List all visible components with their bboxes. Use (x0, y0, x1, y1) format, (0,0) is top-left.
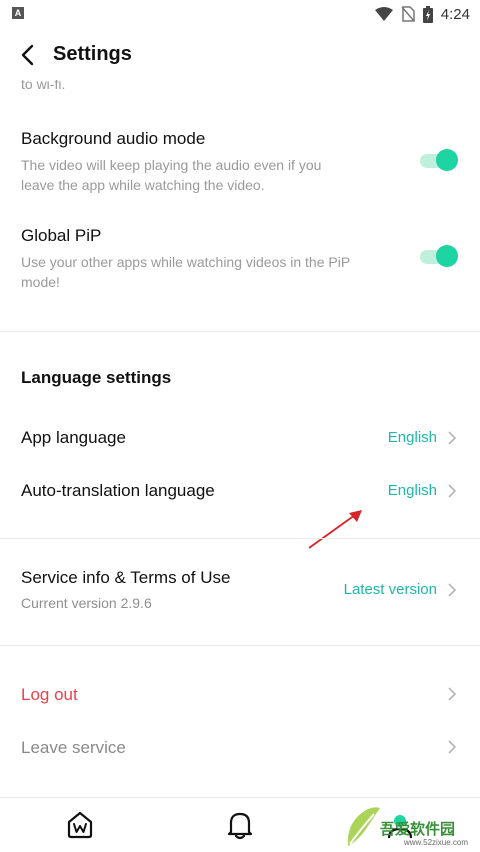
notification-icon: A (12, 7, 24, 19)
toggle-knob (436, 149, 458, 171)
chevron-right-icon (448, 687, 457, 701)
toggle-knob (436, 245, 458, 267)
global-pip-desc-line-1: Use your other apps while watching video… (21, 254, 351, 270)
watermark-text: 吾爱软件园 (380, 821, 456, 838)
background-audio-desc-line-2: leave the app while watching the video. (21, 177, 265, 193)
back-arrow-icon (21, 44, 34, 66)
watermark-logo-icon (347, 807, 380, 846)
language-section-title: Language settings (21, 368, 172, 387)
background-audio-desc-line-1: The video will keep playing the audio ev… (21, 157, 322, 173)
chevron-right-icon (448, 583, 457, 597)
app-language-value: English (387, 429, 437, 446)
leave-service-label: Leave service (21, 738, 126, 757)
auto-translation-value: English (387, 482, 437, 499)
background-audio-toggle[interactable] (420, 149, 458, 171)
status-bar: A 4:24 (0, 0, 480, 28)
background-audio-title: Background audio mode (21, 129, 206, 148)
app-bar: Settings (0, 28, 480, 84)
background-audio-description: The video will keep playing the audio ev… (21, 155, 401, 195)
no-sim-icon (401, 6, 415, 22)
annotation-arrow-icon (308, 510, 362, 549)
home-w-icon (67, 811, 93, 839)
latest-version-value: Latest version (343, 581, 437, 598)
nav-notifications-button[interactable] (223, 808, 257, 842)
wifi-icon (374, 7, 393, 21)
nav-home-button[interactable] (63, 808, 97, 842)
back-button[interactable] (12, 40, 42, 70)
background-audio-setting: Background audio mode The video will kee… (21, 129, 401, 195)
auto-translation-label: Auto-translation language (21, 481, 215, 500)
app-language-label: App language (21, 428, 126, 447)
global-pip-toggle[interactable] (420, 245, 458, 267)
bell-icon (227, 812, 253, 840)
battery-icon (422, 5, 433, 23)
status-time: 4:24 (440, 5, 470, 23)
page-title: Settings (53, 43, 132, 65)
chevron-right-icon (448, 740, 457, 754)
current-version-text: Current version 2.9.6 (21, 595, 152, 611)
section-divider (0, 538, 480, 539)
global-pip-setting: Global PiP Use your other apps while wat… (21, 226, 401, 292)
global-pip-title: Global PiP (21, 226, 102, 245)
global-pip-description: Use your other apps while watching video… (21, 252, 401, 292)
chevron-right-icon (448, 431, 457, 445)
chevron-right-icon (448, 484, 457, 498)
watermark-url: www.52zixue.com (404, 838, 469, 847)
section-divider (0, 331, 480, 332)
clipped-description: to wi-fi. (21, 80, 66, 92)
service-info-label: Service info & Terms of Use (21, 568, 231, 587)
global-pip-desc-line-2: mode! (21, 274, 60, 290)
status-icons: 4:24 (374, 4, 470, 24)
logout-label: Log out (21, 685, 78, 704)
watermark: 吾爱软件园 www.52zixue.com (344, 800, 474, 850)
section-divider (0, 645, 480, 646)
